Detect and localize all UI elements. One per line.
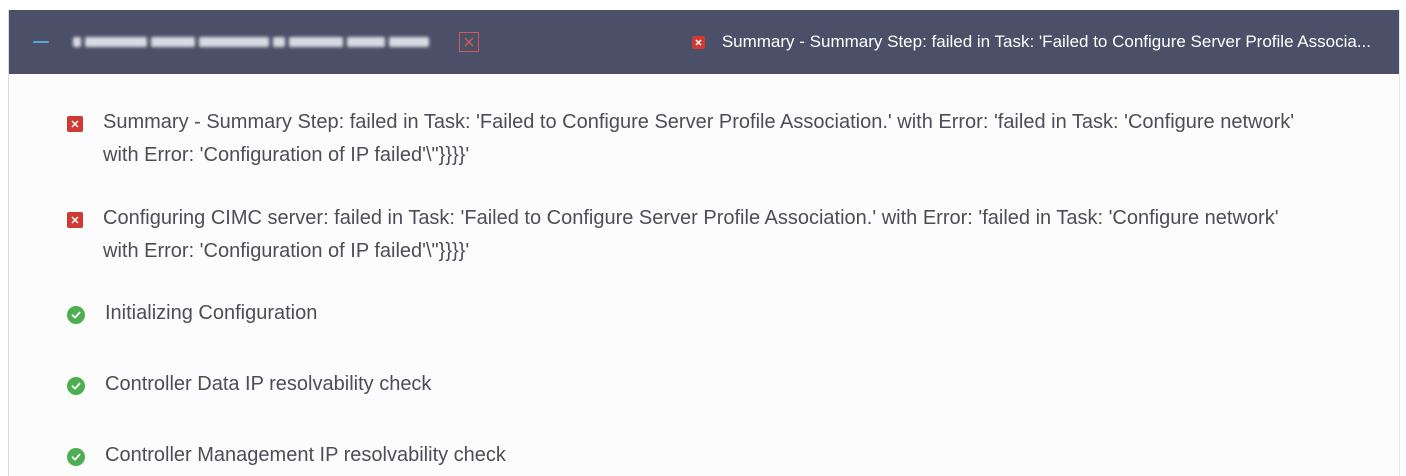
step-item: Summary - Summary Step: failed in Task: … <box>67 106 1313 172</box>
step-list: Summary - Summary Step: failed in Task: … <box>9 74 1399 476</box>
check-circle-icon <box>67 377 85 395</box>
check-circle-icon <box>67 306 85 324</box>
error-x-icon <box>67 212 83 228</box>
step-item: Initializing Configuration <box>67 297 1315 330</box>
device-name-redacted <box>73 35 429 49</box>
step-text: Summary - Summary Step: failed in Task: … <box>103 111 1295 166</box>
header-summary-text: Summary - Summary Step: failed in Task: … <box>721 32 1371 51</box>
step-item: Configuring CIMC server: failed in Task:… <box>67 202 1313 268</box>
step-text: Controller Management IP resolvability c… <box>105 444 506 466</box>
check-circle-icon <box>67 448 85 466</box>
step-item: Controller Data IP resolvability check <box>67 368 1315 401</box>
step-text: Configuring CIMC server: failed in Task:… <box>103 207 1279 262</box>
header-summary-status: Summary - Summary Step: failed in Task: … <box>691 32 1371 52</box>
step-item: Controller Management IP resolvability c… <box>67 439 1315 472</box>
deployment-panel: Summary - Summary Step: failed in Task: … <box>8 10 1400 476</box>
error-x-icon <box>691 35 705 49</box>
close-x-icon[interactable] <box>459 32 479 52</box>
panel-header[interactable]: Summary - Summary Step: failed in Task: … <box>9 10 1399 74</box>
minus-icon[interactable] <box>33 30 57 54</box>
step-text: Initializing Configuration <box>105 302 318 324</box>
step-text: Controller Data IP resolvability check <box>105 373 432 395</box>
error-x-icon <box>67 116 83 132</box>
